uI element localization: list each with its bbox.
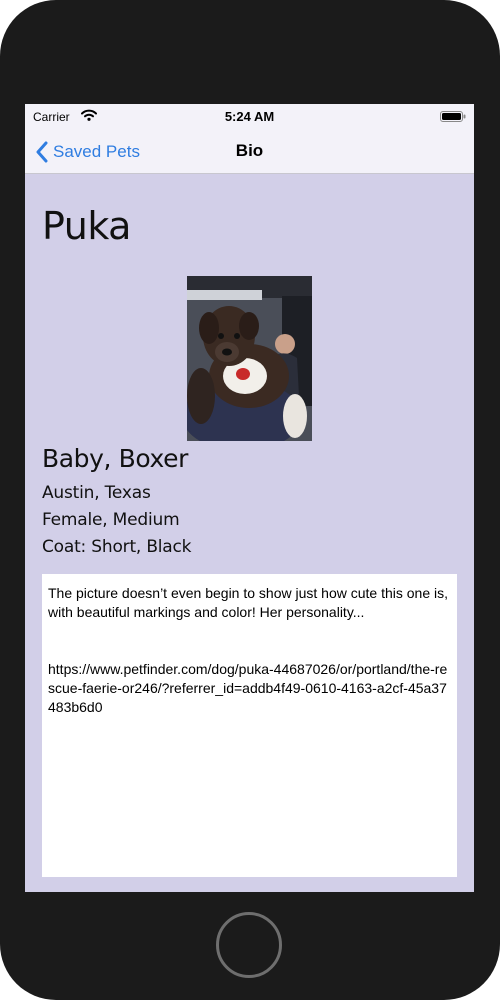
- pet-photo: [187, 276, 312, 441]
- battery-icon: [440, 111, 466, 122]
- status-time: 5:24 AM: [224, 109, 275, 124]
- pet-location: Austin, Texas: [42, 483, 151, 503]
- pet-description-textview[interactable]: The picture doesn’t even begin to show j…: [42, 574, 457, 877]
- pet-description-text: The picture doesn’t even begin to show j…: [48, 585, 449, 715]
- pet-photo-image: [187, 276, 312, 441]
- app-screen: Carrier 5:24 AM Saved Pets Bio Puka Baby…: [25, 104, 474, 892]
- pet-name: Puka: [42, 204, 131, 248]
- home-button[interactable]: [216, 912, 282, 978]
- navigation-bar: Saved Pets Bio: [25, 130, 474, 174]
- pet-gender-size: Female, Medium: [42, 510, 180, 530]
- status-bar: Carrier 5:24 AM: [25, 104, 474, 130]
- pet-coat: Coat: Short, Black: [42, 537, 192, 557]
- page-title: Bio: [235, 141, 264, 160]
- pet-age-breed: Baby, Boxer: [42, 444, 188, 473]
- phone-frame: Carrier 5:24 AM Saved Pets Bio Puka Baby…: [0, 0, 500, 1000]
